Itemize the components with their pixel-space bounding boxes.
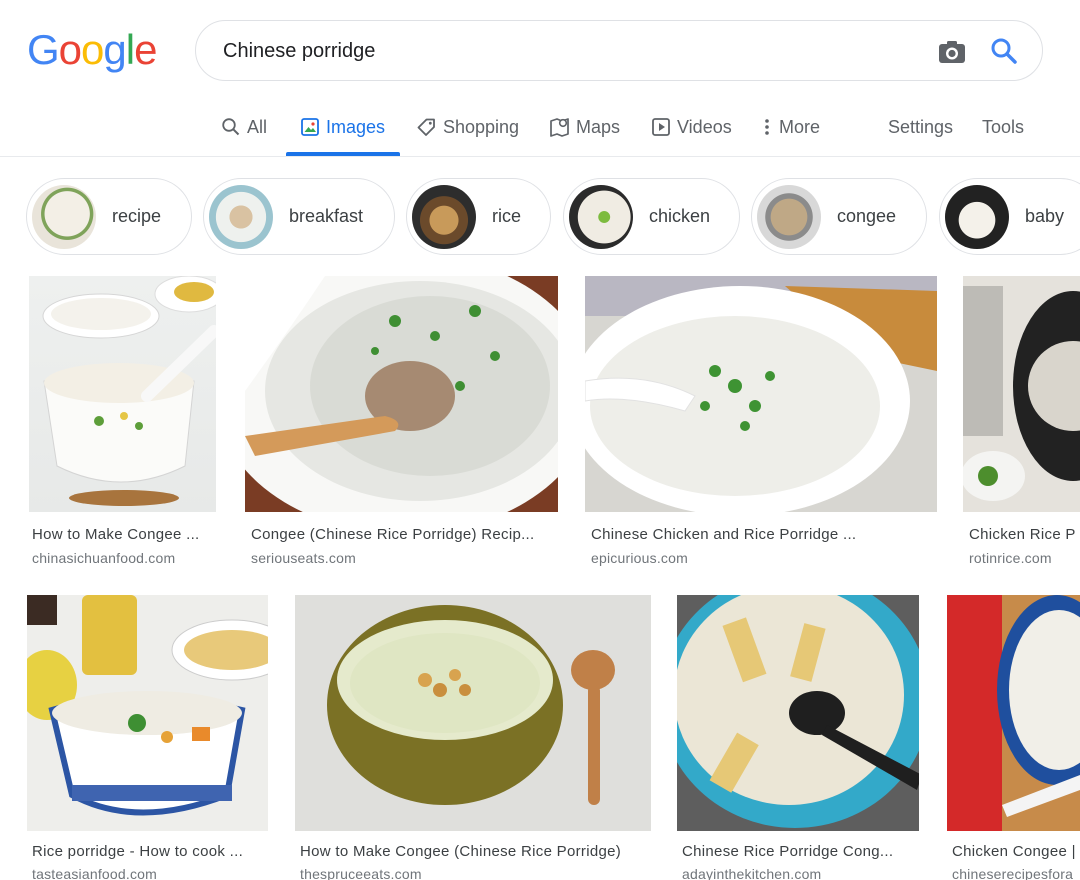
chip-thumbnail bbox=[32, 184, 96, 249]
active-tab-indicator bbox=[286, 152, 400, 156]
chip-label: recipe bbox=[112, 206, 162, 226]
logo-letter: e bbox=[134, 26, 157, 73]
camera-icon[interactable] bbox=[937, 37, 967, 67]
result-title: How to Make Congee (Chinese Rice Porridg… bbox=[300, 843, 622, 860]
congee-bowl-illustration bbox=[42, 276, 216, 506]
result-image bbox=[947, 595, 1080, 831]
result-image bbox=[245, 276, 558, 512]
image-result[interactable]: Chicken Rice P rotinrice.com bbox=[963, 276, 1080, 576]
chip-label: rice bbox=[492, 206, 522, 226]
congee-bowl-illustration bbox=[677, 595, 919, 831]
image-result[interactable]: How to Make Congee (Chinese Rice Porridg… bbox=[295, 595, 653, 880]
image-result[interactable]: Congee (Chinese Rice Porridge) Recip... … bbox=[245, 276, 560, 576]
tab-label: Maps bbox=[576, 116, 621, 137]
result-image bbox=[677, 595, 919, 831]
congee-bowl-illustration bbox=[963, 276, 1080, 512]
chip-breakfast[interactable]: breakfast bbox=[203, 178, 395, 255]
tab-label: Videos bbox=[677, 116, 732, 137]
settings-link[interactable]: Settings bbox=[888, 112, 953, 142]
result-domain: chineserecipesfora bbox=[952, 866, 1074, 880]
tab-label: More bbox=[779, 116, 821, 137]
chip-label: baby bbox=[1025, 206, 1065, 226]
result-domain: seriouseats.com bbox=[251, 550, 356, 566]
result-image bbox=[27, 595, 268, 831]
result-domain: rotinrice.com bbox=[969, 550, 1052, 566]
chip-chicken[interactable]: chicken bbox=[563, 178, 740, 255]
header: Google All Images Shopping Maps bbox=[0, 0, 1080, 157]
logo-letter: o bbox=[81, 26, 104, 73]
result-title: Chinese Rice Porridge Cong... bbox=[682, 843, 894, 860]
logo-letter: G bbox=[27, 26, 60, 73]
chip-thumbnail bbox=[757, 184, 821, 249]
chip-thumbnail bbox=[945, 184, 1009, 249]
result-image bbox=[963, 276, 1080, 512]
chip-label: congee bbox=[837, 206, 897, 226]
congee-bowl-illustration bbox=[585, 276, 937, 512]
result-domain: thespruceeats.com bbox=[300, 866, 422, 880]
congee-bowl-illustration bbox=[947, 595, 1080, 831]
logo-letter: o bbox=[58, 26, 82, 73]
tools-label: Tools bbox=[982, 116, 1025, 137]
image-result[interactable]: Chinese Rice Porridge Cong... adayinthek… bbox=[677, 595, 921, 880]
google-logo[interactable]: Google bbox=[27, 26, 157, 74]
result-title: Congee (Chinese Rice Porridge) Recip... bbox=[251, 526, 535, 543]
image-result[interactable]: How to Make Congee ... chinasichuanfood.… bbox=[29, 276, 219, 576]
tab-label: All bbox=[247, 116, 268, 137]
more-vertical-icon bbox=[765, 119, 769, 135]
congee-bowl-illustration bbox=[27, 595, 268, 831]
result-title: Chicken Rice P bbox=[969, 526, 1076, 543]
image-icon bbox=[301, 118, 319, 136]
search-icon bbox=[222, 118, 240, 136]
tab-label: Images bbox=[326, 116, 386, 137]
result-title: Chinese Chicken and Rice Porridge ... bbox=[591, 526, 857, 543]
tab-label: Shopping bbox=[443, 116, 520, 137]
result-image bbox=[295, 595, 651, 831]
result-title: How to Make Congee ... bbox=[32, 526, 200, 543]
related-search-chips: recipe breakfast rice chicken congee bab… bbox=[0, 178, 1080, 256]
result-domain: chinasichuanfood.com bbox=[32, 550, 176, 566]
image-result[interactable]: Chicken Congee | chineserecipesfora bbox=[947, 595, 1080, 880]
result-image bbox=[29, 276, 216, 512]
chip-rice[interactable]: rice bbox=[406, 178, 551, 255]
tab-more[interactable]: More bbox=[761, 112, 820, 142]
tab-shopping[interactable]: Shopping bbox=[416, 112, 519, 142]
chip-recipe[interactable]: recipe bbox=[26, 178, 192, 255]
settings-label: Settings bbox=[888, 116, 954, 137]
result-title: Chicken Congee | bbox=[952, 843, 1076, 860]
tools-link[interactable]: Tools bbox=[982, 112, 1024, 142]
chip-thumbnail bbox=[412, 184, 476, 249]
image-result[interactable]: Rice porridge - How to cook ... tasteasi… bbox=[27, 595, 270, 880]
map-icon bbox=[550, 117, 569, 137]
tab-images[interactable]: Images bbox=[300, 112, 385, 142]
search-input[interactable] bbox=[223, 37, 903, 65]
chip-label: chicken bbox=[649, 206, 711, 226]
logo-letter: l bbox=[125, 26, 135, 73]
chip-thumbnail bbox=[569, 184, 633, 249]
result-domain: tasteasianfood.com bbox=[32, 866, 158, 880]
chip-label: breakfast bbox=[289, 206, 364, 226]
tag-icon bbox=[417, 118, 435, 136]
search-icon[interactable] bbox=[988, 35, 1020, 67]
logo-letter: g bbox=[103, 26, 126, 73]
chip-congee[interactable]: congee bbox=[751, 178, 927, 255]
result-domain: epicurious.com bbox=[591, 550, 688, 566]
tab-videos[interactable]: Videos bbox=[651, 112, 732, 142]
play-icon bbox=[652, 118, 670, 136]
result-domain: adayinthekitchen.com bbox=[682, 866, 822, 880]
tab-all[interactable]: All bbox=[221, 112, 267, 142]
result-image bbox=[585, 276, 937, 512]
image-result[interactable]: Chinese Chicken and Rice Porridge ... ep… bbox=[585, 276, 939, 576]
congee-bowl-illustration bbox=[295, 595, 651, 831]
tab-maps[interactable]: Maps bbox=[549, 112, 620, 142]
congee-bowl-illustration bbox=[245, 276, 558, 512]
result-title: Rice porridge - How to cook ... bbox=[32, 843, 244, 860]
search-tabs: All Images Shopping Maps Videos More Set… bbox=[0, 100, 1080, 157]
chip-thumbnail bbox=[209, 184, 273, 249]
chip-baby[interactable]: baby bbox=[939, 178, 1080, 255]
search-box bbox=[195, 20, 1043, 81]
